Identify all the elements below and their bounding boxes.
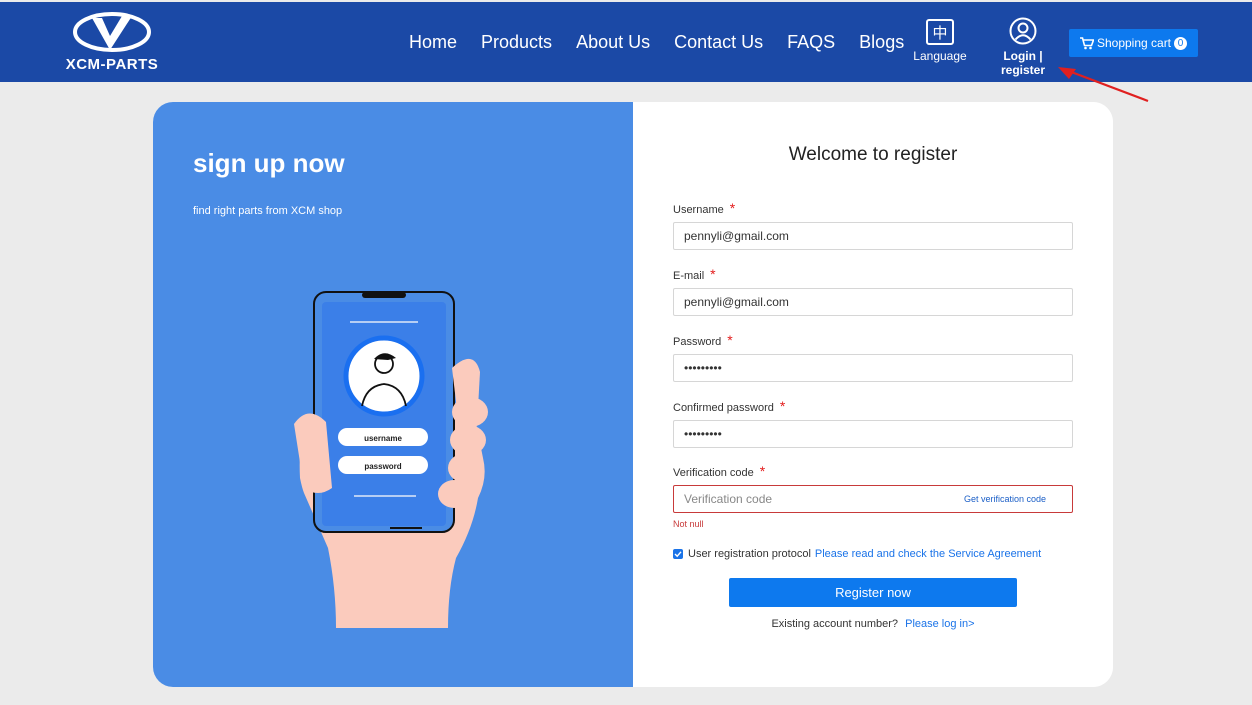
nav-home[interactable]: Home: [409, 32, 457, 53]
logo[interactable]: XCM-PARTS: [64, 10, 160, 76]
cart-count-badge: 0: [1174, 36, 1188, 50]
required-mark: *: [710, 266, 716, 282]
cart-icon: [1079, 36, 1094, 49]
language-selector[interactable]: 中 Language: [908, 19, 972, 63]
register-form: Welcome to register Username * pennyli@gm…: [633, 102, 1113, 687]
illus-password-label: password: [364, 462, 401, 471]
protocol-checkbox[interactable]: [673, 549, 683, 559]
check-icon: [674, 551, 682, 558]
phone-illustration-icon: username password: [294, 291, 488, 628]
password-input[interactable]: •••••••••: [673, 354, 1073, 382]
email-input[interactable]: pennyli@gmail.com: [673, 288, 1073, 316]
shopping-cart-button[interactable]: Shopping cart 0: [1069, 29, 1198, 57]
verification-code-input[interactable]: Verification code Get verification code: [673, 485, 1073, 513]
verification-code-placeholder: Verification code: [684, 492, 773, 506]
existing-account-line: Existing account number? Please log in>: [633, 618, 1113, 630]
required-mark: *: [759, 463, 766, 479]
required-mark: *: [779, 398, 786, 414]
existing-account-text: Existing account number?: [771, 618, 899, 630]
form-title: Welcome to register: [788, 144, 958, 165]
register-now-button[interactable]: Register now: [729, 578, 1017, 607]
logo-v-icon: [73, 12, 151, 52]
username-input[interactable]: pennyli@gmail.com: [673, 222, 1073, 250]
verification-code-label: Verification code *: [673, 463, 765, 479]
email-label: E-mail *: [673, 266, 716, 282]
annotation-arrow-icon: [1058, 67, 1149, 103]
password-label: Password *: [673, 332, 733, 348]
please-log-in-link[interactable]: Please log in>: [905, 618, 974, 630]
service-agreement-link[interactable]: Please read and check the Service Agreem…: [815, 548, 1041, 560]
user-icon: [1009, 17, 1037, 45]
verification-code-label-text: Verification code: [673, 467, 754, 479]
illus-username-label: username: [364, 434, 402, 443]
get-verification-code-button[interactable]: Get verification code: [964, 486, 1046, 512]
required-mark: *: [727, 332, 733, 348]
nav-faqs[interactable]: FAQS: [787, 32, 835, 53]
username-label-text: Username: [673, 204, 724, 216]
promo-title: sign up now: [193, 148, 345, 178]
nav-products[interactable]: Products: [481, 32, 552, 53]
confirm-password-label-text: Confirmed password: [673, 402, 774, 414]
password-label-text: Password: [673, 336, 722, 348]
confirm-password-input[interactable]: •••••••••: [673, 420, 1073, 448]
protocol-row: User registration protocol Please read a…: [673, 548, 1041, 560]
main-nav: Home Products About Us Contact Us FAQS B…: [409, 32, 904, 53]
promo-panel: sign up now find right parts from XCM sh…: [153, 102, 633, 687]
language-icon: 中: [926, 19, 954, 45]
register-card: sign up now find right parts from XCM sh…: [153, 102, 1113, 687]
language-label: Language: [913, 49, 967, 63]
nav-about-us[interactable]: About Us: [576, 32, 650, 53]
protocol-text: User registration protocol: [688, 548, 811, 560]
email-label-text: E-mail: [673, 270, 705, 282]
verification-error-message: Not null: [673, 519, 704, 529]
nav-blogs[interactable]: Blogs: [859, 32, 904, 53]
logo-text: XCM-PARTS: [65, 56, 159, 73]
cart-label: Shopping cart: [1096, 36, 1172, 50]
nav-contact-us[interactable]: Contact Us: [674, 32, 763, 53]
required-mark: *: [729, 200, 736, 216]
username-label: Username *: [673, 200, 735, 216]
promo-subtitle: find right parts from XCM shop: [193, 205, 343, 217]
confirm-password-label: Confirmed password *: [673, 398, 785, 414]
